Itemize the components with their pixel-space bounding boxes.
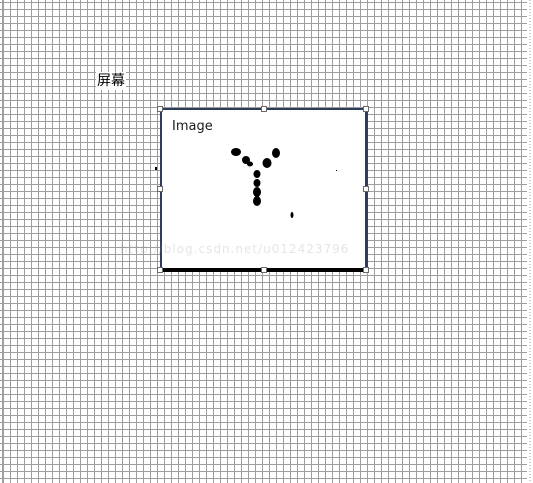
canvas-edge <box>527 0 533 483</box>
watermark-text: http://blog.csdn.net/u012423796 <box>120 242 350 256</box>
resize-handle-bottom-left[interactable] <box>157 267 163 273</box>
resize-handle-right[interactable] <box>363 186 369 192</box>
design-canvas-grid[interactable]: 屏幕 Image http://blog.csdn.net/u012423796 <box>0 0 533 483</box>
stray-dot-marker <box>155 167 157 170</box>
resize-handle-bottom-right[interactable] <box>363 267 369 273</box>
resize-handle-left[interactable] <box>157 186 163 192</box>
screen-label[interactable]: 屏幕 <box>96 72 126 90</box>
resize-handle-bottom[interactable] <box>261 267 267 273</box>
resize-handle-top[interactable] <box>261 106 267 112</box>
resize-handle-top-right[interactable] <box>363 106 369 112</box>
resize-handle-top-left[interactable] <box>157 106 163 112</box>
